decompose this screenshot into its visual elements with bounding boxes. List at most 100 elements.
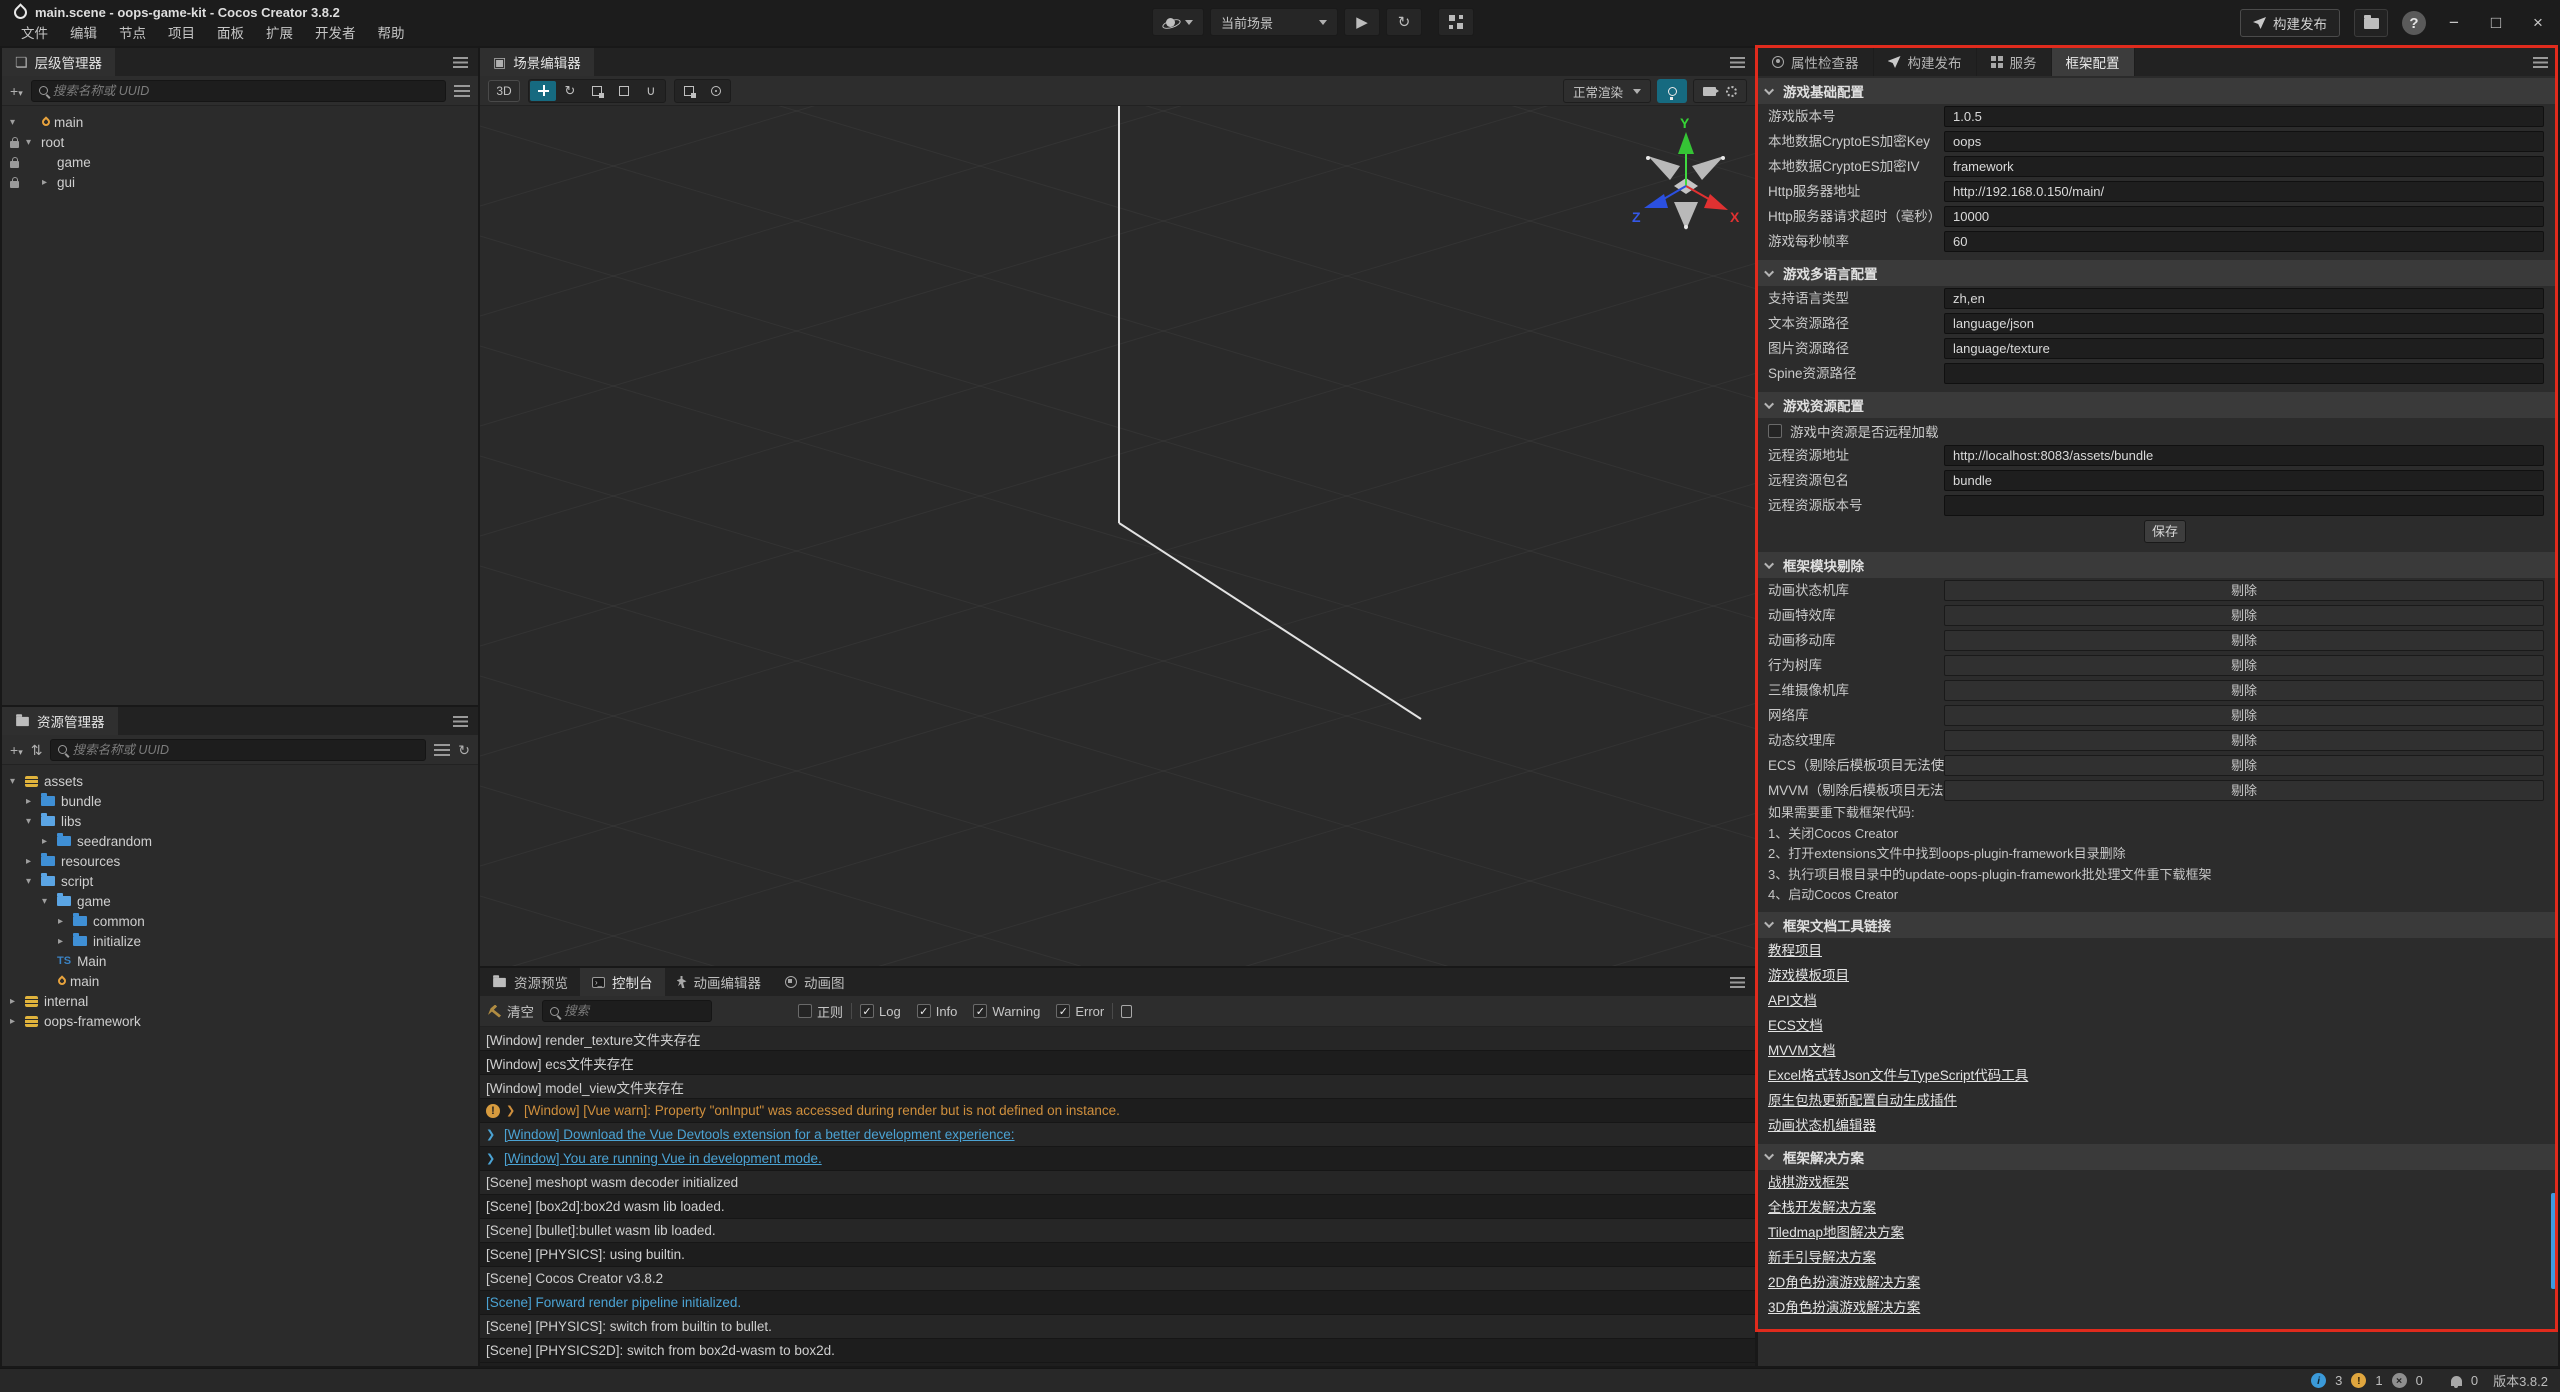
pivot-button[interactable]: [676, 81, 702, 101]
tree-item-initialize[interactable]: ▸initialize: [2, 931, 478, 951]
scene-viewport[interactable]: Y X Z: [480, 106, 1755, 966]
tree-item-main[interactable]: main: [2, 971, 478, 991]
doc-link[interactable]: 游戏模板项目: [1768, 968, 1849, 983]
expander-icon[interactable]: ▸: [26, 796, 41, 807]
expander-icon[interactable]: ▸: [42, 836, 57, 847]
clear-console-button[interactable]: 清空: [488, 1001, 534, 1021]
tree-item-internal[interactable]: ▸internal: [2, 991, 478, 1011]
preview-target-dropdown[interactable]: [1152, 8, 1204, 36]
save-button[interactable]: 保存: [2144, 520, 2186, 543]
bell-icon[interactable]: [2451, 1376, 2462, 1386]
tree-item-resources[interactable]: ▸resources: [2, 851, 478, 871]
preview-qr-button[interactable]: [1438, 8, 1474, 36]
scene-select-dropdown[interactable]: 当前场景: [1210, 8, 1338, 36]
doc-link[interactable]: 动画状态机编辑器: [1768, 1118, 1876, 1133]
doc-link[interactable]: 战棋游戏框架: [1768, 1175, 1849, 1190]
cull-button[interactable]: 剔除: [1944, 605, 2544, 626]
tree-item-oops-framework[interactable]: ▸oops-framework: [2, 1011, 478, 1031]
field-input[interactable]: [1944, 181, 2544, 202]
expander-icon[interactable]: ▾: [26, 137, 41, 148]
tree-item-Main[interactable]: TSMain: [2, 951, 478, 971]
field-input[interactable]: [1944, 445, 2544, 466]
doc-link[interactable]: MVVM文档: [1768, 1043, 1836, 1058]
expander-icon[interactable]: ▾: [26, 816, 41, 827]
lighting-toggle-button[interactable]: [1657, 79, 1687, 103]
field-input[interactable]: [1944, 470, 2544, 491]
cull-button[interactable]: 剔除: [1944, 680, 2544, 701]
scale-tool-button[interactable]: [584, 81, 610, 101]
field-input[interactable]: [1944, 288, 2544, 309]
cull-button[interactable]: 剔除: [1944, 755, 2544, 776]
filter-error[interactable]: ✓Error: [1056, 1004, 1104, 1019]
menu-面板[interactable]: 面板: [206, 22, 255, 46]
doc-link[interactable]: ECS文档: [1768, 1018, 1823, 1033]
filter-info[interactable]: ✓Info: [917, 1004, 958, 1019]
hierarchy-search[interactable]: [31, 80, 446, 102]
log-row[interactable]: [Scene] [PHYSICS]: switch from builtin t…: [480, 1315, 1755, 1339]
remote-load-checkbox-row[interactable]: 游戏中资源是否远程加载: [1758, 418, 2558, 443]
log-row[interactable]: [Scene] [PHYSICS2D]: switch from box2d-w…: [480, 1339, 1755, 1363]
section-header-游戏资源配置[interactable]: 游戏资源配置: [1758, 392, 2558, 418]
expand-arrow-icon[interactable]: ❯: [486, 1152, 498, 1165]
doc-link[interactable]: 原生包热更新配置自动生成插件: [1768, 1093, 1957, 1108]
tab-框架配置[interactable]: 框架配置: [2052, 48, 2135, 76]
add-node-button[interactable]: +▾: [10, 84, 23, 98]
filter-icon[interactable]: [434, 744, 450, 756]
filter-icon[interactable]: [454, 85, 470, 97]
toggle-3d-button[interactable]: 3D: [488, 80, 520, 102]
log-row[interactable]: ❯[Window] You are running Vue in develop…: [480, 1147, 1755, 1171]
tab-动画编辑器[interactable]: 动画编辑器: [665, 968, 774, 996]
tab-assets[interactable]: 资源管理器: [2, 707, 118, 735]
tab-控制台[interactable]: ›_控制台: [580, 968, 665, 996]
log-file-icon[interactable]: [1121, 1005, 1132, 1018]
doc-link[interactable]: 2D角色扮演游戏解决方案: [1768, 1275, 1920, 1290]
tree-item-script[interactable]: ▾script: [2, 871, 478, 891]
cull-button[interactable]: 剔除: [1944, 655, 2544, 676]
console-log-list[interactable]: [Window] render_texture文件夹存在[Window] ecs…: [480, 1027, 1755, 1366]
menu-帮助[interactable]: 帮助: [367, 22, 416, 46]
expander-icon[interactable]: ▾: [10, 117, 25, 128]
expander-icon[interactable]: ▾: [42, 896, 57, 907]
tree-item-common[interactable]: ▸common: [2, 911, 478, 931]
field-input[interactable]: [1944, 206, 2544, 227]
field-input[interactable]: [1944, 338, 2544, 359]
panel-menu-icon[interactable]: [453, 716, 468, 727]
doc-link[interactable]: API文档: [1768, 993, 1817, 1008]
camera-settings-icon[interactable]: [1703, 87, 1716, 96]
play-button[interactable]: ▶: [1344, 8, 1380, 36]
field-input[interactable]: [1944, 313, 2544, 334]
move-tool-button[interactable]: [530, 81, 556, 101]
gear-icon[interactable]: [1726, 86, 1737, 97]
log-row[interactable]: [Scene] Cocos Creator v3.8.2: [480, 1267, 1755, 1291]
expander-icon[interactable]: ▸: [26, 856, 41, 867]
log-row[interactable]: [Scene] [bullet]:bullet wasm lib loaded.: [480, 1219, 1755, 1243]
warning-count-icon[interactable]: !: [2351, 1373, 2366, 1388]
doc-link[interactable]: Tiledmap地图解决方案: [1768, 1225, 1904, 1240]
rect-tool-button[interactable]: [611, 81, 637, 101]
doc-link[interactable]: Excel格式转Json文件与TypeScript代码工具: [1768, 1068, 2028, 1083]
panel-menu-icon[interactable]: [1730, 57, 1745, 68]
tab-hierarchy[interactable]: ❏ 层级管理器: [2, 48, 115, 76]
tree-item-game[interactable]: ▾game: [2, 891, 478, 911]
assets-search[interactable]: [50, 739, 426, 761]
doc-link[interactable]: 教程项目: [1768, 943, 1822, 958]
close-button[interactable]: ×: [2524, 13, 2552, 33]
menu-扩展[interactable]: 扩展: [255, 22, 304, 46]
tree-item-gui[interactable]: ▸gui: [2, 172, 478, 192]
expander-icon[interactable]: ▸: [58, 916, 73, 927]
menu-编辑[interactable]: 编辑: [59, 22, 108, 46]
log-row[interactable]: [Window] model_view文件夹存在: [480, 1075, 1755, 1099]
expander-icon[interactable]: ▸: [58, 936, 73, 947]
log-row[interactable]: [Scene] [box2d]:box2d wasm lib loaded.: [480, 1195, 1755, 1219]
coordinate-button[interactable]: [703, 81, 729, 101]
checkbox-icon[interactable]: [1768, 424, 1782, 438]
section-header-框架解决方案[interactable]: 框架解决方案: [1758, 1144, 2558, 1170]
expander-icon[interactable]: ▾: [26, 876, 41, 887]
section-header-框架模块剔除[interactable]: 框架模块剔除: [1758, 552, 2558, 578]
log-row[interactable]: [Scene] [PHYSICS]: using builtin.: [480, 1243, 1755, 1267]
expand-arrow-icon[interactable]: ❯: [486, 1128, 498, 1141]
cull-button[interactable]: 剔除: [1944, 780, 2544, 801]
menu-开发者[interactable]: 开发者: [304, 22, 367, 46]
sort-assets-button[interactable]: ⇅: [31, 743, 43, 757]
reload-button[interactable]: ↻: [1386, 8, 1422, 36]
